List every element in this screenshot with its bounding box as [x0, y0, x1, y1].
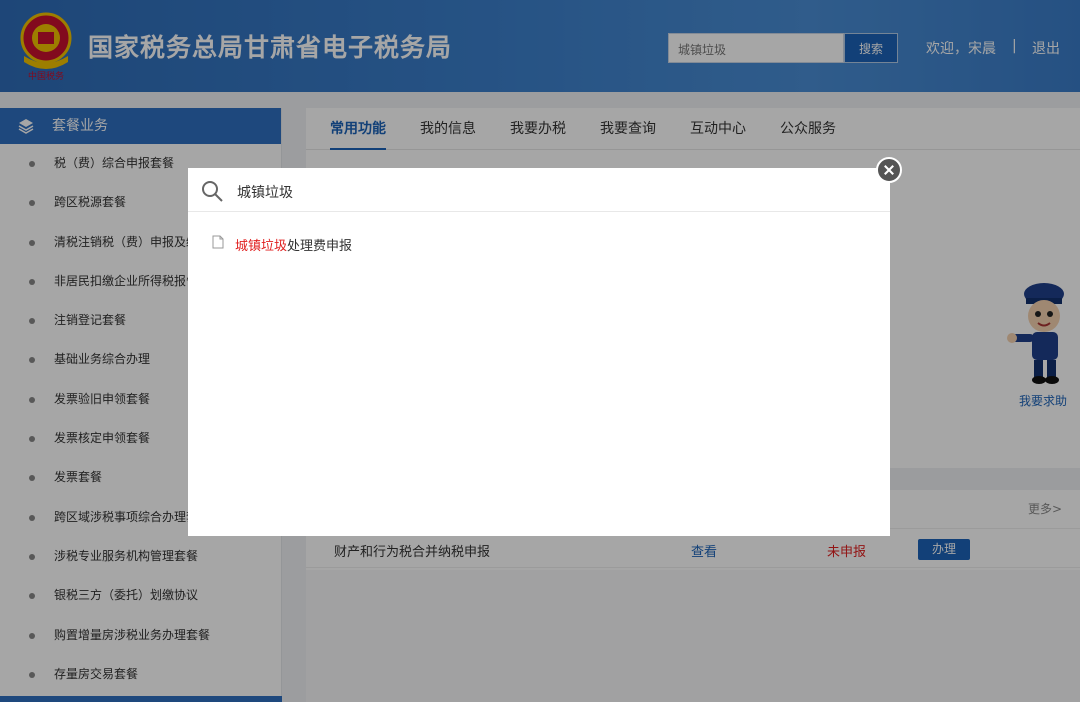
search-result-item[interactable]: 城镇垃圾处理费申报 [212, 232, 512, 258]
search-result-label: 城镇垃圾处理费申报 [235, 235, 352, 254]
search-modal: 城镇垃圾 城镇垃圾处理费申报 [188, 168, 890, 536]
search-icon [202, 181, 223, 202]
search-result-highlight: 城镇垃圾 [235, 239, 288, 254]
modal-search-input[interactable]: 城镇垃圾 [237, 182, 293, 202]
document-icon [212, 235, 224, 249]
search-result-rest: 处理费申报 [287, 239, 353, 254]
modal-search-bar[interactable]: 城镇垃圾 [188, 168, 890, 212]
close-icon[interactable] [876, 157, 902, 183]
